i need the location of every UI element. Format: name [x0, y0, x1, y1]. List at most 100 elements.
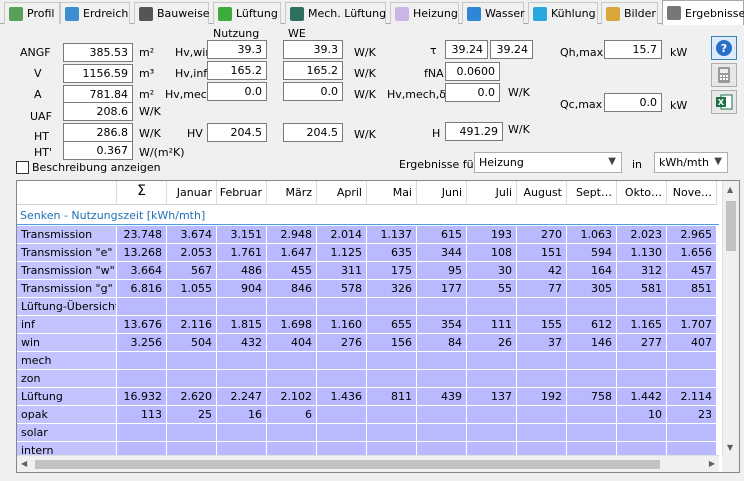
hv-mech-we-field[interactable]: 0.0: [283, 82, 343, 101]
column-header[interactable]: Juli: [467, 181, 517, 205]
hv-mech-delta-field[interactable]: 0.0: [445, 83, 500, 102]
hv-mech-delta-label: Hv,mech,δ: [387, 88, 447, 101]
calculator-button[interactable]: [711, 63, 737, 87]
table-cell: [267, 352, 317, 370]
column-header[interactable]: März: [267, 181, 317, 205]
table-cell: [217, 298, 267, 316]
horizontal-scroll-thumb[interactable]: [35, 460, 660, 469]
tab-bilder[interactable]: Bilder: [601, 2, 658, 24]
column-header[interactable]: Nove…: [667, 181, 717, 205]
h-field[interactable]: 491.29: [445, 122, 503, 141]
tab-erdreich[interactable]: Erdreich: [60, 2, 130, 24]
tab-bauweise[interactable]: Bauweise: [134, 2, 210, 24]
vertical-scroll-thumb[interactable]: [726, 201, 736, 251]
table-cell: [617, 298, 667, 316]
table-cell: 1.125: [317, 244, 367, 262]
table-row[interactable]: Transmission "g" 6.816 1.055 904 846 578 326 17…: [17, 280, 717, 298]
table-cell: 177: [417, 280, 467, 298]
tab-profil[interactable]: Profil: [4, 2, 60, 24]
v-field[interactable]: 1156.59: [63, 64, 133, 83]
nutzung-header: Nutzung: [213, 27, 260, 40]
table-row[interactable]: mech: [17, 352, 717, 370]
tab-mech-lueftung[interactable]: Mech. Lüftung: [285, 2, 386, 24]
svg-text:?: ?: [721, 42, 727, 55]
column-header[interactable]: Februar: [217, 181, 267, 205]
table-cell: 311: [317, 262, 367, 280]
uaf-label: UAF: [30, 110, 52, 123]
table-row[interactable]: Transmission 23.748 3.674 3.151 2.948 2.014 1.…: [17, 226, 717, 244]
fna-field[interactable]: 0.0600: [445, 62, 500, 81]
column-header[interactable]: Okto…: [617, 181, 667, 205]
hv-inf-label: Hv,inf: [175, 67, 208, 80]
column-header[interactable]: Mai: [367, 181, 417, 205]
angf-field[interactable]: 385.53: [63, 43, 133, 62]
table-row[interactable]: inf 13.676 2.116 1.815 1.698 1.160 655 354 111 15…: [17, 316, 717, 334]
unit-select[interactable]: kWh/mth ▼: [654, 152, 728, 173]
column-header[interactable]: Januar: [167, 181, 217, 205]
vertical-scrollbar[interactable]: ▲ ▼: [722, 181, 739, 456]
help-button[interactable]: ?: [711, 36, 737, 60]
table-row[interactable]: Transmission "w" 3.664 567 486 455 311 175 95 30…: [17, 262, 717, 280]
scroll-up-icon[interactable]: ▲: [727, 185, 733, 194]
table-cell: 1.761: [217, 244, 267, 262]
table-cell: 2.014: [317, 226, 367, 244]
table-row[interactable]: zon: [17, 370, 717, 388]
ergebnisse-select[interactable]: Heizung ▼: [474, 152, 622, 173]
ht-field[interactable]: 286.8: [63, 123, 133, 142]
column-header[interactable]: Juni: [417, 181, 467, 205]
hv-win-nutzung-field[interactable]: 39.3: [207, 40, 267, 59]
uaf-field[interactable]: 208.6: [63, 102, 133, 121]
table-cell: [517, 424, 567, 442]
table-cell: 1.815: [217, 316, 267, 334]
qc-max-field[interactable]: 0.0: [604, 93, 662, 112]
tab-wasser[interactable]: Wasser: [462, 2, 525, 24]
table-row[interactable]: solar: [17, 424, 717, 442]
hv-inf-nutzung-field[interactable]: 165.2: [207, 61, 267, 80]
table-cell: 23.748: [117, 226, 167, 244]
qh-max-field[interactable]: 15.7: [604, 40, 662, 59]
beschreibung-checkbox[interactable]: [16, 161, 29, 174]
table-cell: [567, 424, 617, 442]
table-cell: [567, 406, 617, 424]
table-row[interactable]: win 3.256 504 432 404 276 156 84 26 37 146 277 407: [17, 334, 717, 352]
table-row[interactable]: Lüftung-Übersicht: [17, 298, 717, 316]
column-header[interactable]: April: [317, 181, 367, 205]
hv-total-we-field[interactable]: 204.5: [283, 123, 343, 142]
ventilation-icon: [218, 6, 232, 21]
row-label: zon: [17, 370, 117, 388]
horizontal-scrollbar[interactable]: ◀ ▶: [17, 455, 719, 472]
tab-ergebnisse[interactable]: Ergebnisse: [662, 0, 744, 25]
table-cell: 811: [367, 388, 417, 406]
table-cell: 354: [417, 316, 467, 334]
tau-field-2[interactable]: 39.24: [490, 40, 533, 59]
water-drop-icon: [467, 6, 481, 21]
tau-field-1[interactable]: 39.24: [445, 40, 488, 59]
table-cell: 113: [117, 406, 167, 424]
tab-lueftung[interactable]: Lüftung: [213, 2, 281, 24]
htp-field[interactable]: 0.367: [63, 141, 133, 160]
hv-mech-nutzung-field[interactable]: 0.0: [207, 82, 267, 101]
table-cell: [517, 352, 567, 370]
column-header[interactable]: Σ: [117, 181, 167, 205]
column-header[interactable]: Sept…: [567, 181, 617, 205]
hv-total-nutzung-field[interactable]: 204.5: [207, 123, 267, 142]
hv-win-unit: W/K: [354, 46, 376, 59]
scroll-right-icon[interactable]: ▶: [709, 459, 715, 468]
table-cell: 851: [667, 280, 717, 298]
hv-win-we-field[interactable]: 39.3: [283, 40, 343, 59]
tab-heizung[interactable]: Heizung: [390, 2, 459, 24]
column-header[interactable]: August: [517, 181, 567, 205]
table-cell: 404: [267, 334, 317, 352]
table-row[interactable]: Transmission "e" 13.268 2.053 1.761 1.647 1.1…: [17, 244, 717, 262]
table-row[interactable]: opak 113 25 16 6 10 23: [17, 406, 717, 424]
excel-export-button[interactable]: X: [711, 90, 737, 114]
table-row[interactable]: Lüftung 16.932 2.620 2.247 2.102 1.436 811 439 1…: [17, 388, 717, 406]
table-cell: 1.442: [617, 388, 667, 406]
table-cell: 164: [567, 262, 617, 280]
scroll-down-icon[interactable]: ▼: [727, 443, 733, 452]
scroll-left-icon[interactable]: ◀: [21, 459, 27, 468]
htp-unit: W/(m²K): [139, 146, 185, 159]
hv-inf-we-field[interactable]: 165.2: [283, 61, 343, 80]
table-cell: 504: [167, 334, 217, 352]
tab-kuehlung[interactable]: Kühlung: [528, 2, 598, 24]
